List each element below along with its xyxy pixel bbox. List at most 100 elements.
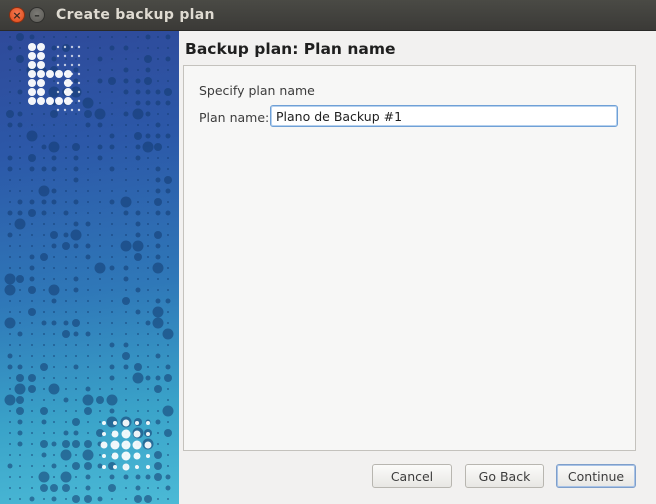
- decorative-dot: [56, 90, 60, 94]
- decorative-dot: [157, 223, 159, 225]
- decorative-dot: [146, 454, 150, 458]
- decorative-dot: [9, 179, 11, 181]
- go-back-button[interactable]: Go Back: [465, 464, 544, 488]
- decorative-dot: [51, 166, 57, 172]
- decorative-dot: [154, 198, 162, 206]
- decorative-dot: [9, 487, 11, 489]
- decorative-dot: [123, 474, 129, 480]
- decorative-dot: [43, 124, 45, 126]
- decorative-dot: [17, 122, 23, 128]
- decorative-dot: [157, 289, 159, 291]
- decorative-dot: [87, 190, 89, 192]
- decorative-dot: [85, 485, 91, 491]
- decorative-dot: [73, 331, 79, 337]
- decorative-dot: [99, 190, 101, 192]
- decorative-dot: [152, 317, 164, 329]
- decorative-dot: [111, 157, 113, 159]
- decorative-dot: [16, 374, 24, 382]
- decorative-dot: [75, 454, 77, 456]
- decorative-dot: [155, 133, 161, 139]
- decorative-dot: [53, 212, 55, 214]
- decorative-dot: [87, 157, 89, 159]
- decorative-dot: [111, 498, 113, 500]
- decorative-dot: [99, 223, 101, 225]
- decorative-dot: [29, 199, 35, 205]
- decorative-dot: [9, 454, 11, 456]
- decorative-dot: [43, 245, 45, 247]
- decorative-dot: [167, 311, 169, 313]
- decorative-dot: [77, 90, 81, 94]
- decorative-dot: [4, 394, 16, 406]
- decorative-dot: [43, 267, 45, 269]
- decorative-dot: [37, 79, 45, 87]
- decorative-dot: [28, 52, 36, 60]
- decorative-dot: [53, 124, 55, 126]
- decorative-dot: [75, 36, 77, 38]
- decorative-dot: [19, 476, 21, 478]
- decorative-dot: [135, 232, 141, 238]
- decorative-dot: [111, 69, 113, 71]
- plan-name-input[interactable]: [270, 105, 618, 127]
- decorative-dot: [99, 102, 101, 104]
- decorative-dot: [99, 47, 101, 49]
- decorative-dot: [111, 91, 113, 93]
- decorative-dot: [142, 141, 154, 153]
- wizard-side-banner: [0, 31, 179, 504]
- decorative-dot: [65, 201, 67, 203]
- decorative-dot: [65, 135, 67, 137]
- decorative-dot: [87, 377, 89, 379]
- decorative-dot: [165, 474, 171, 480]
- decorative-dot: [4, 317, 16, 329]
- decorative-dot: [31, 146, 33, 148]
- decorative-dot: [65, 410, 67, 412]
- decorative-dot: [147, 278, 149, 280]
- decorative-dot: [51, 155, 57, 161]
- decorative-dot: [9, 344, 11, 346]
- decorative-dot: [111, 223, 113, 225]
- decorative-dot: [16, 407, 24, 415]
- decorative-dot: [147, 124, 149, 126]
- decorative-dot: [75, 124, 77, 126]
- decorative-dot: [87, 344, 89, 346]
- decorative-dot: [135, 89, 141, 95]
- decorative-dot: [167, 278, 169, 280]
- close-icon[interactable]: ×: [9, 7, 25, 23]
- decorative-dot: [77, 108, 81, 112]
- cancel-button[interactable]: Cancel: [372, 464, 452, 488]
- decorative-dot: [122, 463, 130, 471]
- decorative-dot: [109, 364, 115, 370]
- decorative-dot: [135, 210, 141, 216]
- decorative-dot: [29, 34, 35, 40]
- decorative-dot: [164, 88, 172, 96]
- decorative-dot: [121, 451, 131, 461]
- decorative-dot: [147, 355, 149, 357]
- decorative-dot: [19, 498, 21, 500]
- decorative-dot: [77, 99, 81, 103]
- decorative-dot: [97, 155, 103, 161]
- continue-button[interactable]: Continue: [556, 464, 636, 488]
- decorative-dot: [63, 397, 69, 403]
- decorative-dot: [157, 487, 159, 489]
- decorative-dot: [53, 311, 55, 313]
- decorative-dot: [19, 487, 21, 489]
- decorative-dot: [99, 487, 101, 489]
- decorative-dot: [56, 108, 60, 112]
- decorative-dot: [155, 353, 161, 359]
- decorative-dot: [94, 262, 106, 274]
- decorative-dot: [48, 383, 60, 395]
- decorative-dot: [155, 298, 161, 304]
- decorative-dot: [137, 399, 139, 401]
- decorative-dot: [53, 344, 55, 346]
- decorative-dot: [87, 278, 89, 280]
- decorative-dot: [167, 168, 169, 170]
- decorative-dot: [43, 300, 45, 302]
- decorative-dot: [19, 146, 21, 148]
- decorative-dot: [111, 355, 113, 357]
- decorative-dot: [41, 199, 47, 205]
- decorative-dot: [62, 242, 70, 250]
- minimize-icon[interactable]: –: [29, 7, 45, 23]
- decorative-dot: [28, 88, 36, 96]
- decorative-dot: [9, 80, 11, 82]
- decorative-dot: [145, 111, 151, 117]
- decorative-dot: [109, 144, 115, 150]
